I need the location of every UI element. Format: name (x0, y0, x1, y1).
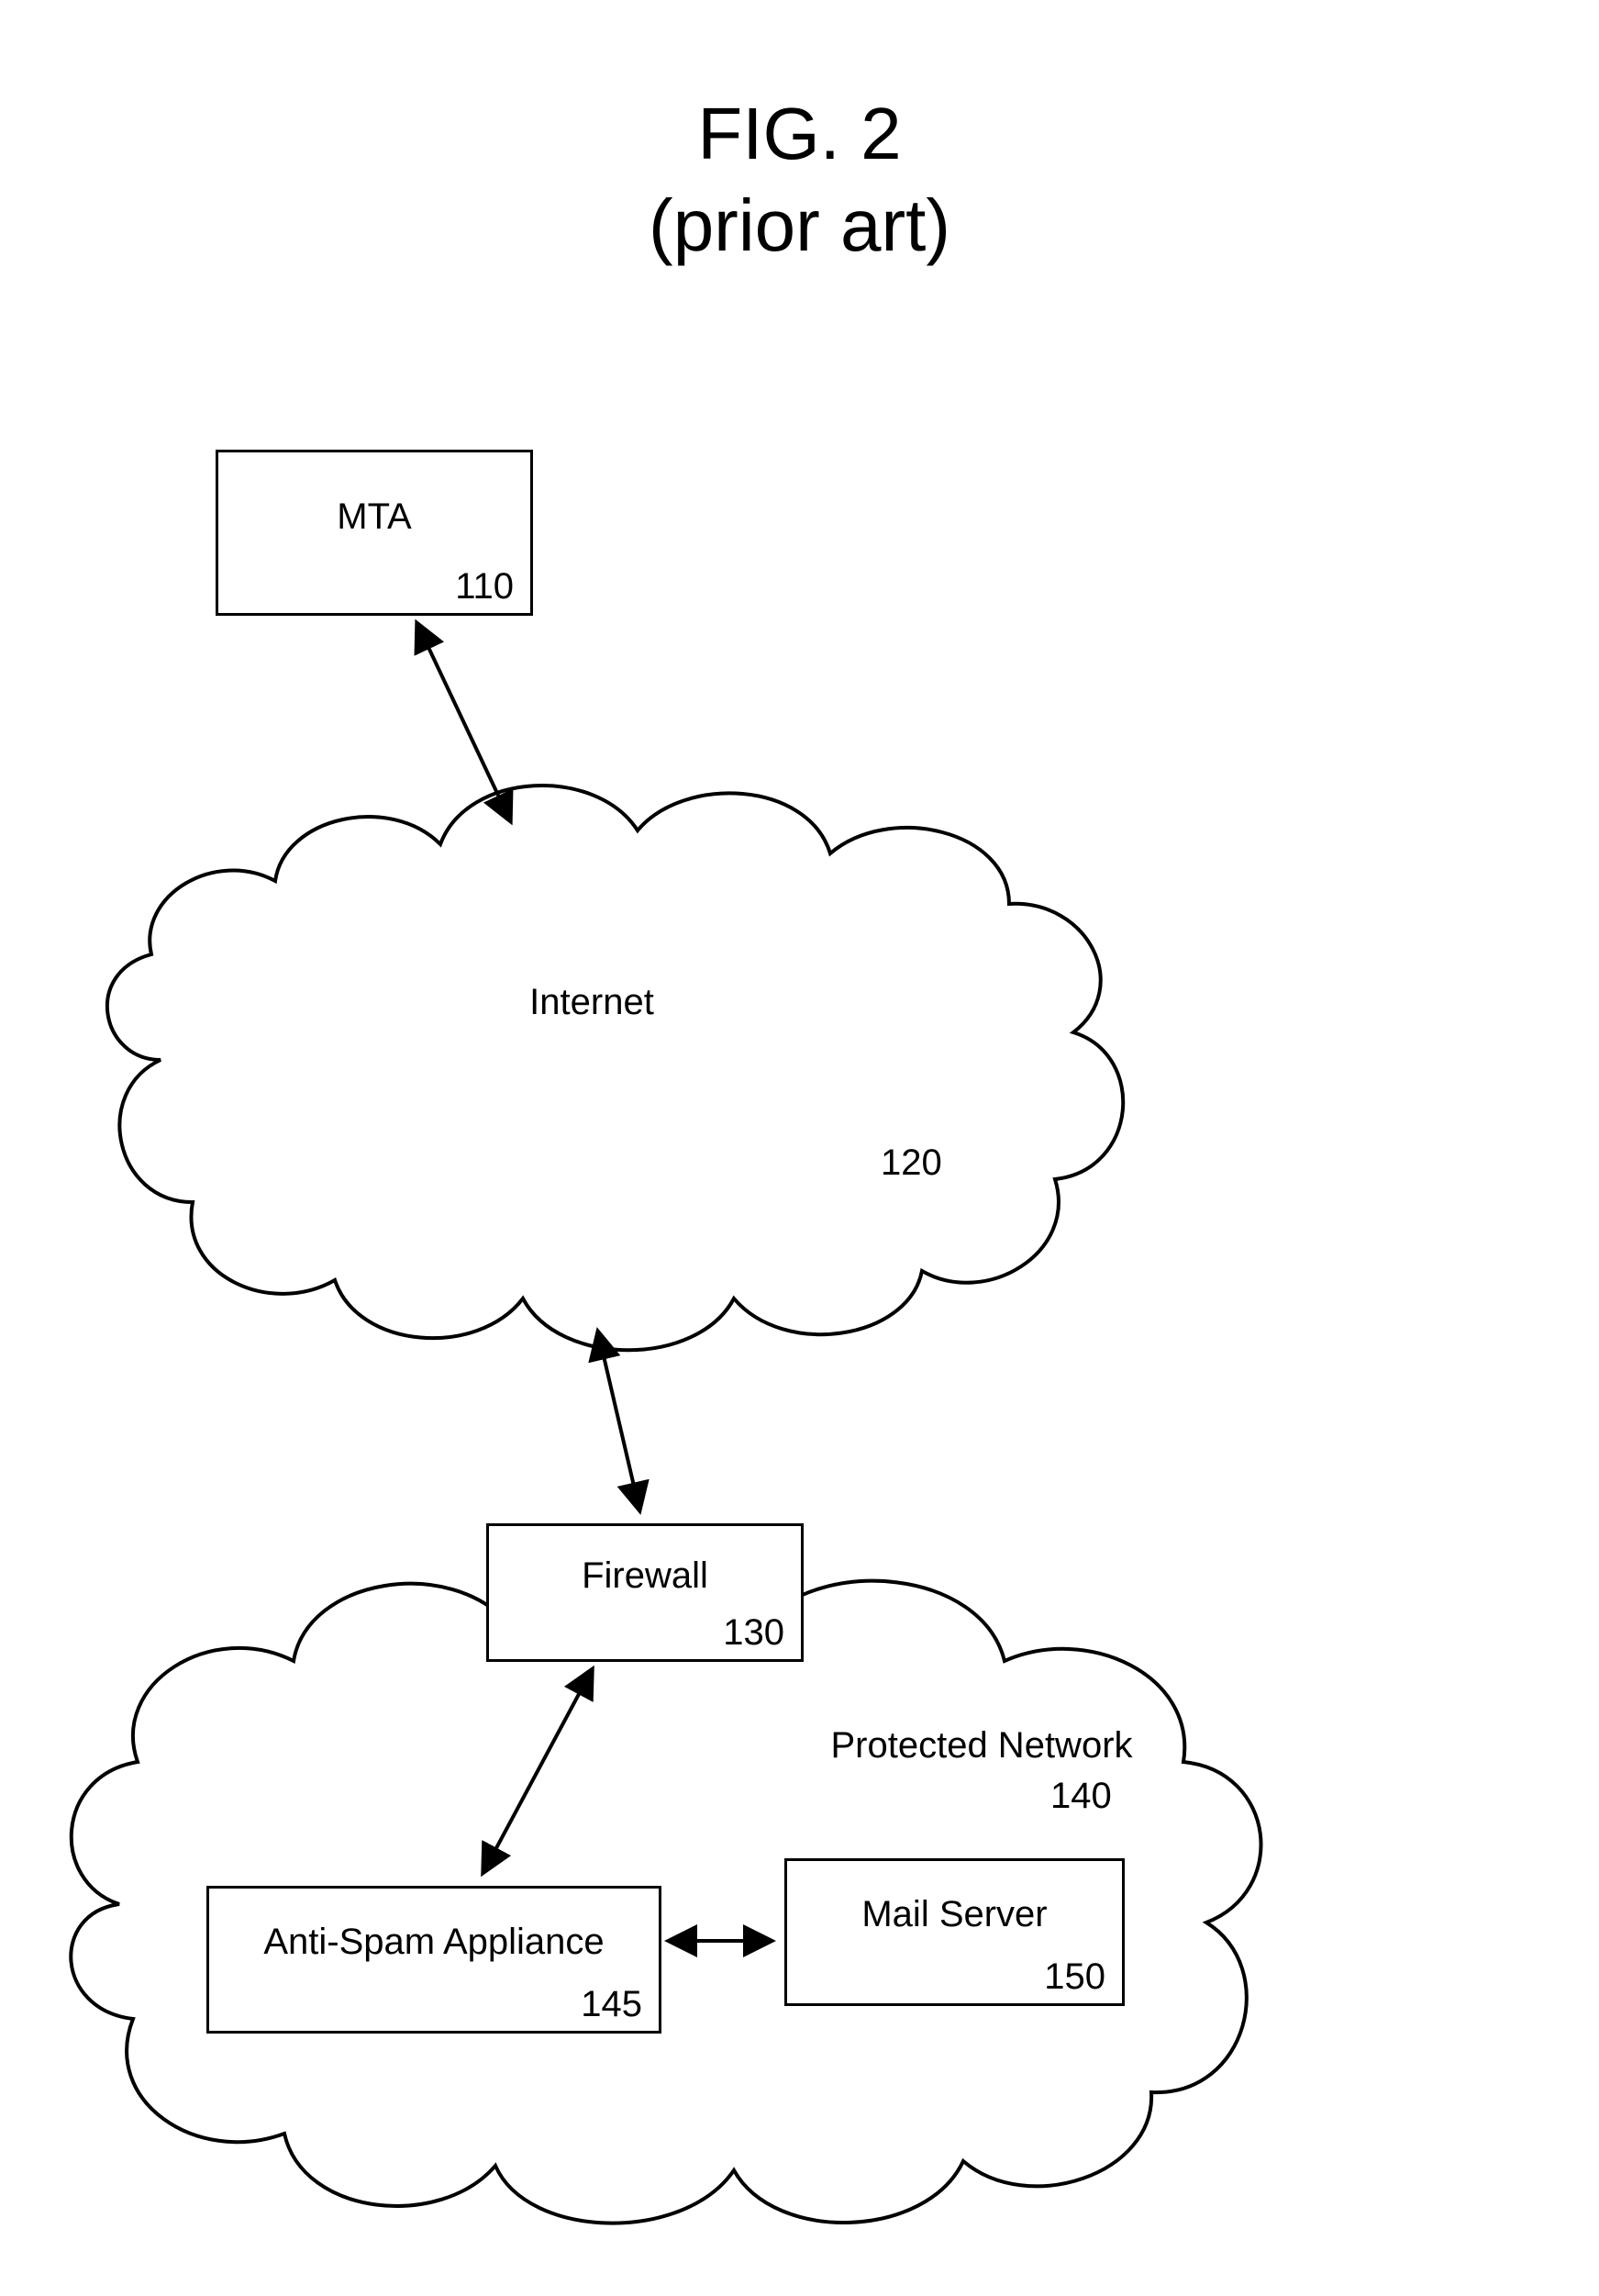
diagram-arrows (0, 0, 1599, 2296)
